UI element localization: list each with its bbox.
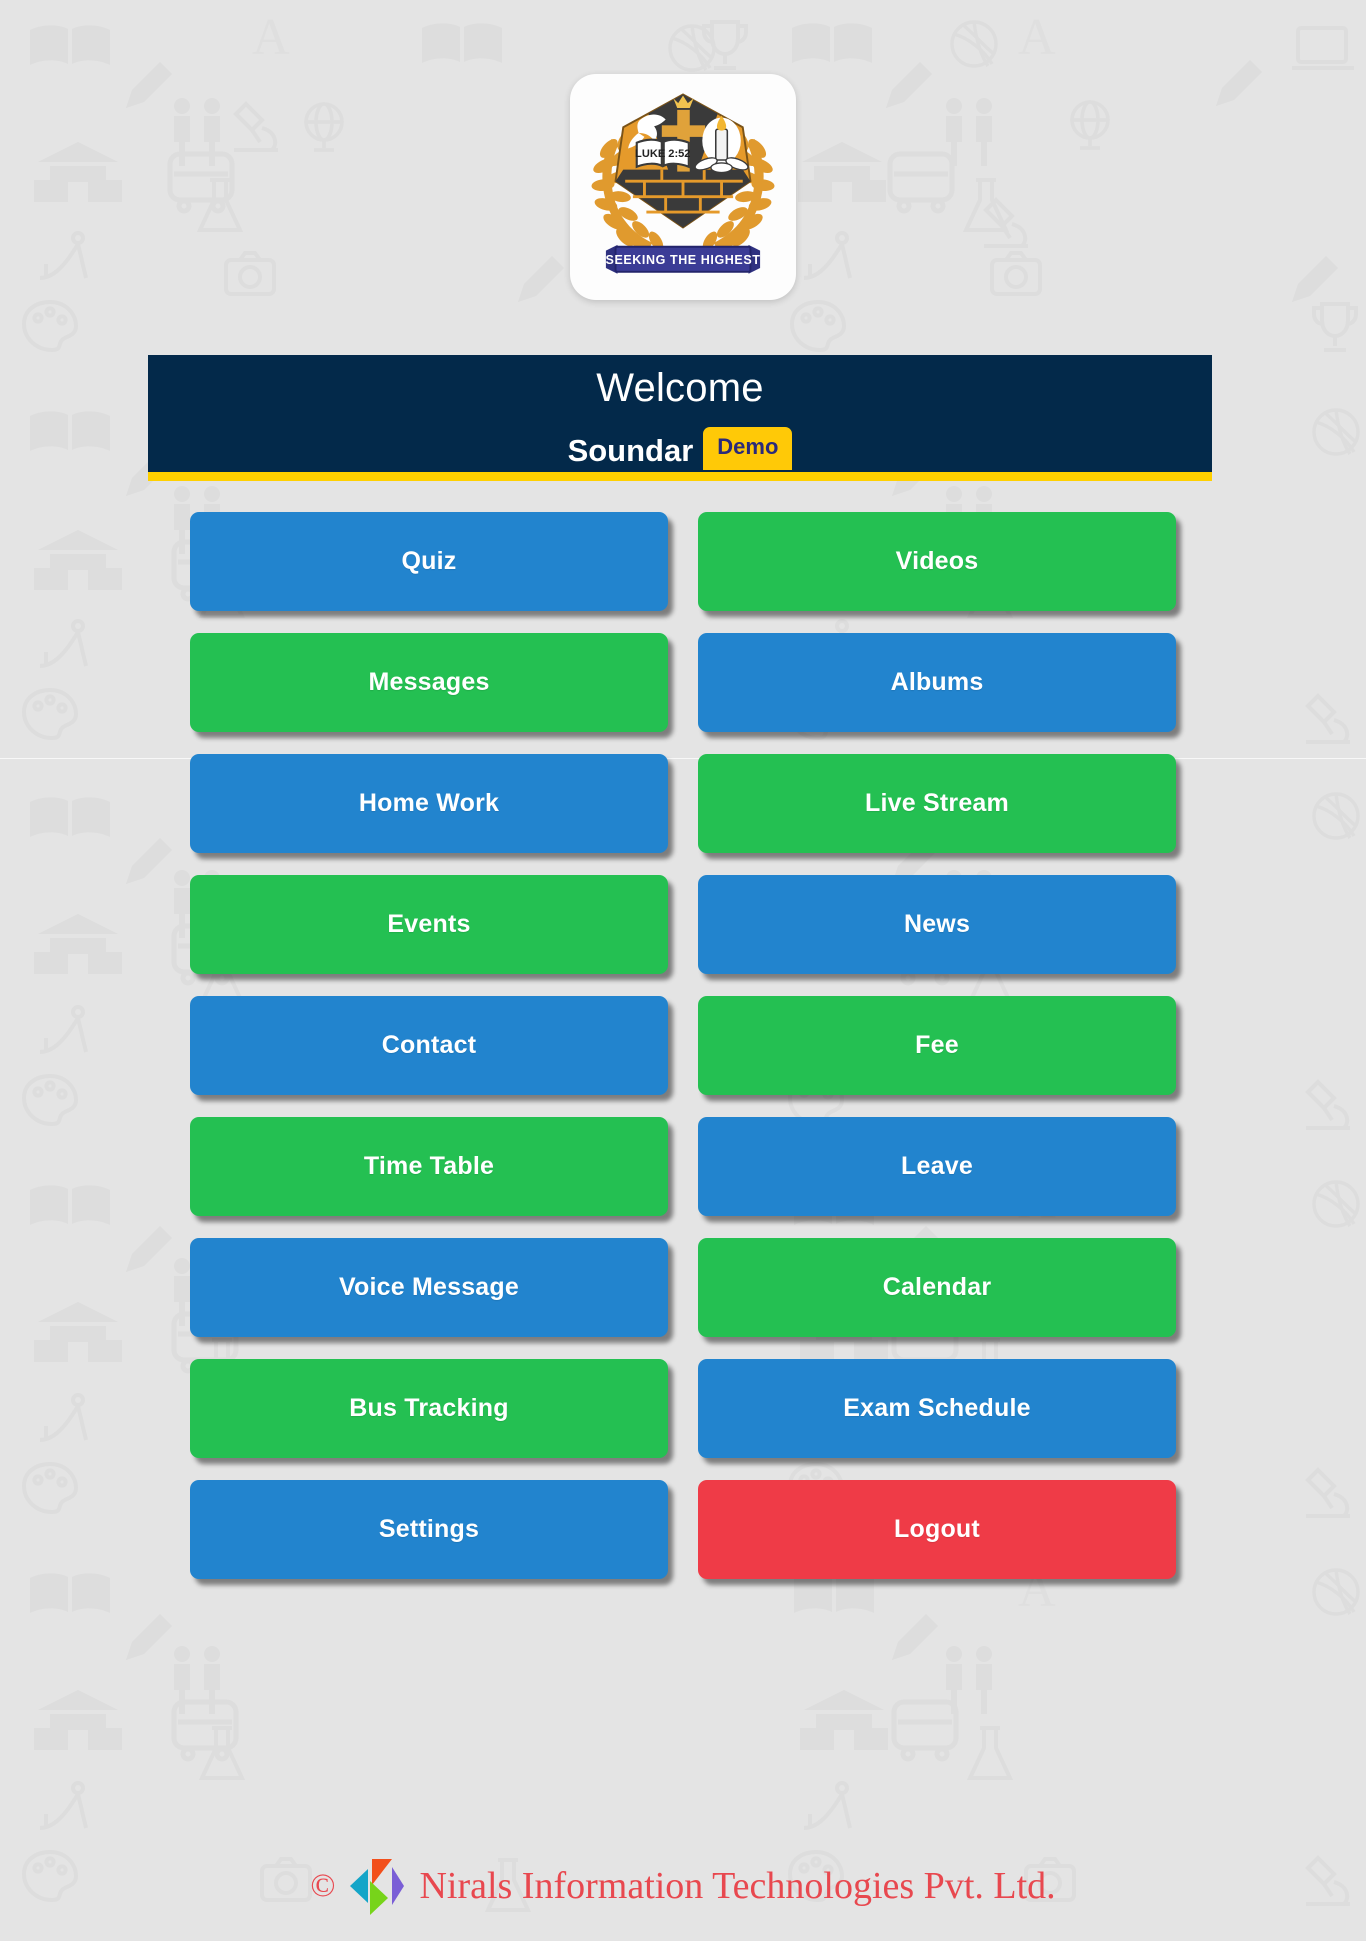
menu-button-label: Messages (368, 668, 490, 696)
footer: © Nirals Information Technologies Pvt. L… (0, 1855, 1366, 1917)
menu-button-leave[interactable]: Leave (698, 1117, 1176, 1216)
menu-button-label: Videos (895, 547, 979, 575)
menu-button-label: Contact (381, 1031, 477, 1059)
menu-button-quiz[interactable]: Quiz (190, 512, 668, 611)
menu-button-news[interactable]: News (698, 875, 1176, 974)
menu-button-label: Time Table (363, 1152, 495, 1180)
copyright-icon: © (310, 1867, 336, 1904)
crest-book-text: LUKE 2:52 (635, 148, 690, 160)
menu-button-label: Albums (890, 668, 984, 696)
crest-banner-text: SEEKING THE HIGHEST (606, 253, 761, 267)
menu-button-settings[interactable]: Settings (190, 1480, 668, 1579)
menu-button-exam-schedule[interactable]: Exam Schedule (698, 1359, 1176, 1458)
menu-button-bus-tracking[interactable]: Bus Tracking (190, 1359, 668, 1458)
menu-button-label: Live Stream (865, 789, 1009, 817)
menu-button-home-work[interactable]: Home Work (190, 754, 668, 853)
menu-button-messages[interactable]: Messages (190, 633, 668, 732)
menu-button-label: Events (387, 910, 471, 938)
nirals-n-logo (350, 1859, 405, 1915)
menu-button-label: Fee (915, 1031, 959, 1059)
menu-button-label: Settings (378, 1515, 480, 1543)
main-menu-grid: Quiz Videos Messages Albums Home Work Live St… (190, 512, 1176, 1579)
menu-button-contact[interactable]: Contact (190, 996, 668, 1095)
menu-button-fee[interactable]: Fee (698, 996, 1176, 1095)
menu-button-label: Bus Tracking (349, 1394, 509, 1422)
menu-button-logout[interactable]: Logout (698, 1480, 1176, 1579)
menu-button-label: Logout (894, 1515, 980, 1543)
menu-button-events[interactable]: Events (190, 875, 668, 974)
welcome-header: Welcome Soundar Demo (148, 355, 1212, 481)
menu-button-label: Leave (901, 1152, 973, 1180)
menu-button-videos[interactable]: Videos (698, 512, 1176, 611)
menu-button-calendar[interactable]: Calendar (698, 1238, 1176, 1337)
menu-button-albums[interactable]: Albums (698, 633, 1176, 732)
menu-button-label: Exam Schedule (843, 1394, 1031, 1422)
menu-button-label: Calendar (882, 1273, 992, 1301)
menu-button-time-table[interactable]: Time Table (190, 1117, 668, 1216)
school-logo: LUKE 2:52 SEEKING THE HIGHEST (570, 74, 796, 300)
menu-button-label: Home Work (358, 789, 500, 817)
menu-button-label: Quiz (401, 547, 457, 575)
status-badge: Demo (703, 427, 793, 470)
user-name: Soundar (567, 433, 694, 468)
page-title: Welcome (596, 366, 764, 410)
menu-button-live-stream[interactable]: Live Stream (698, 754, 1176, 853)
footer-company-name: Nirals Information Technologies Pvt. Ltd… (419, 1865, 1056, 1907)
menu-button-label: Voice Message (338, 1273, 519, 1301)
menu-button-label: News (903, 910, 971, 938)
school-crest-logo: LUKE 2:52 SEEKING THE HIGHEST (591, 93, 775, 274)
user-row: Soundar Demo (567, 427, 793, 470)
menu-button-voice-message[interactable]: Voice Message (190, 1238, 668, 1337)
